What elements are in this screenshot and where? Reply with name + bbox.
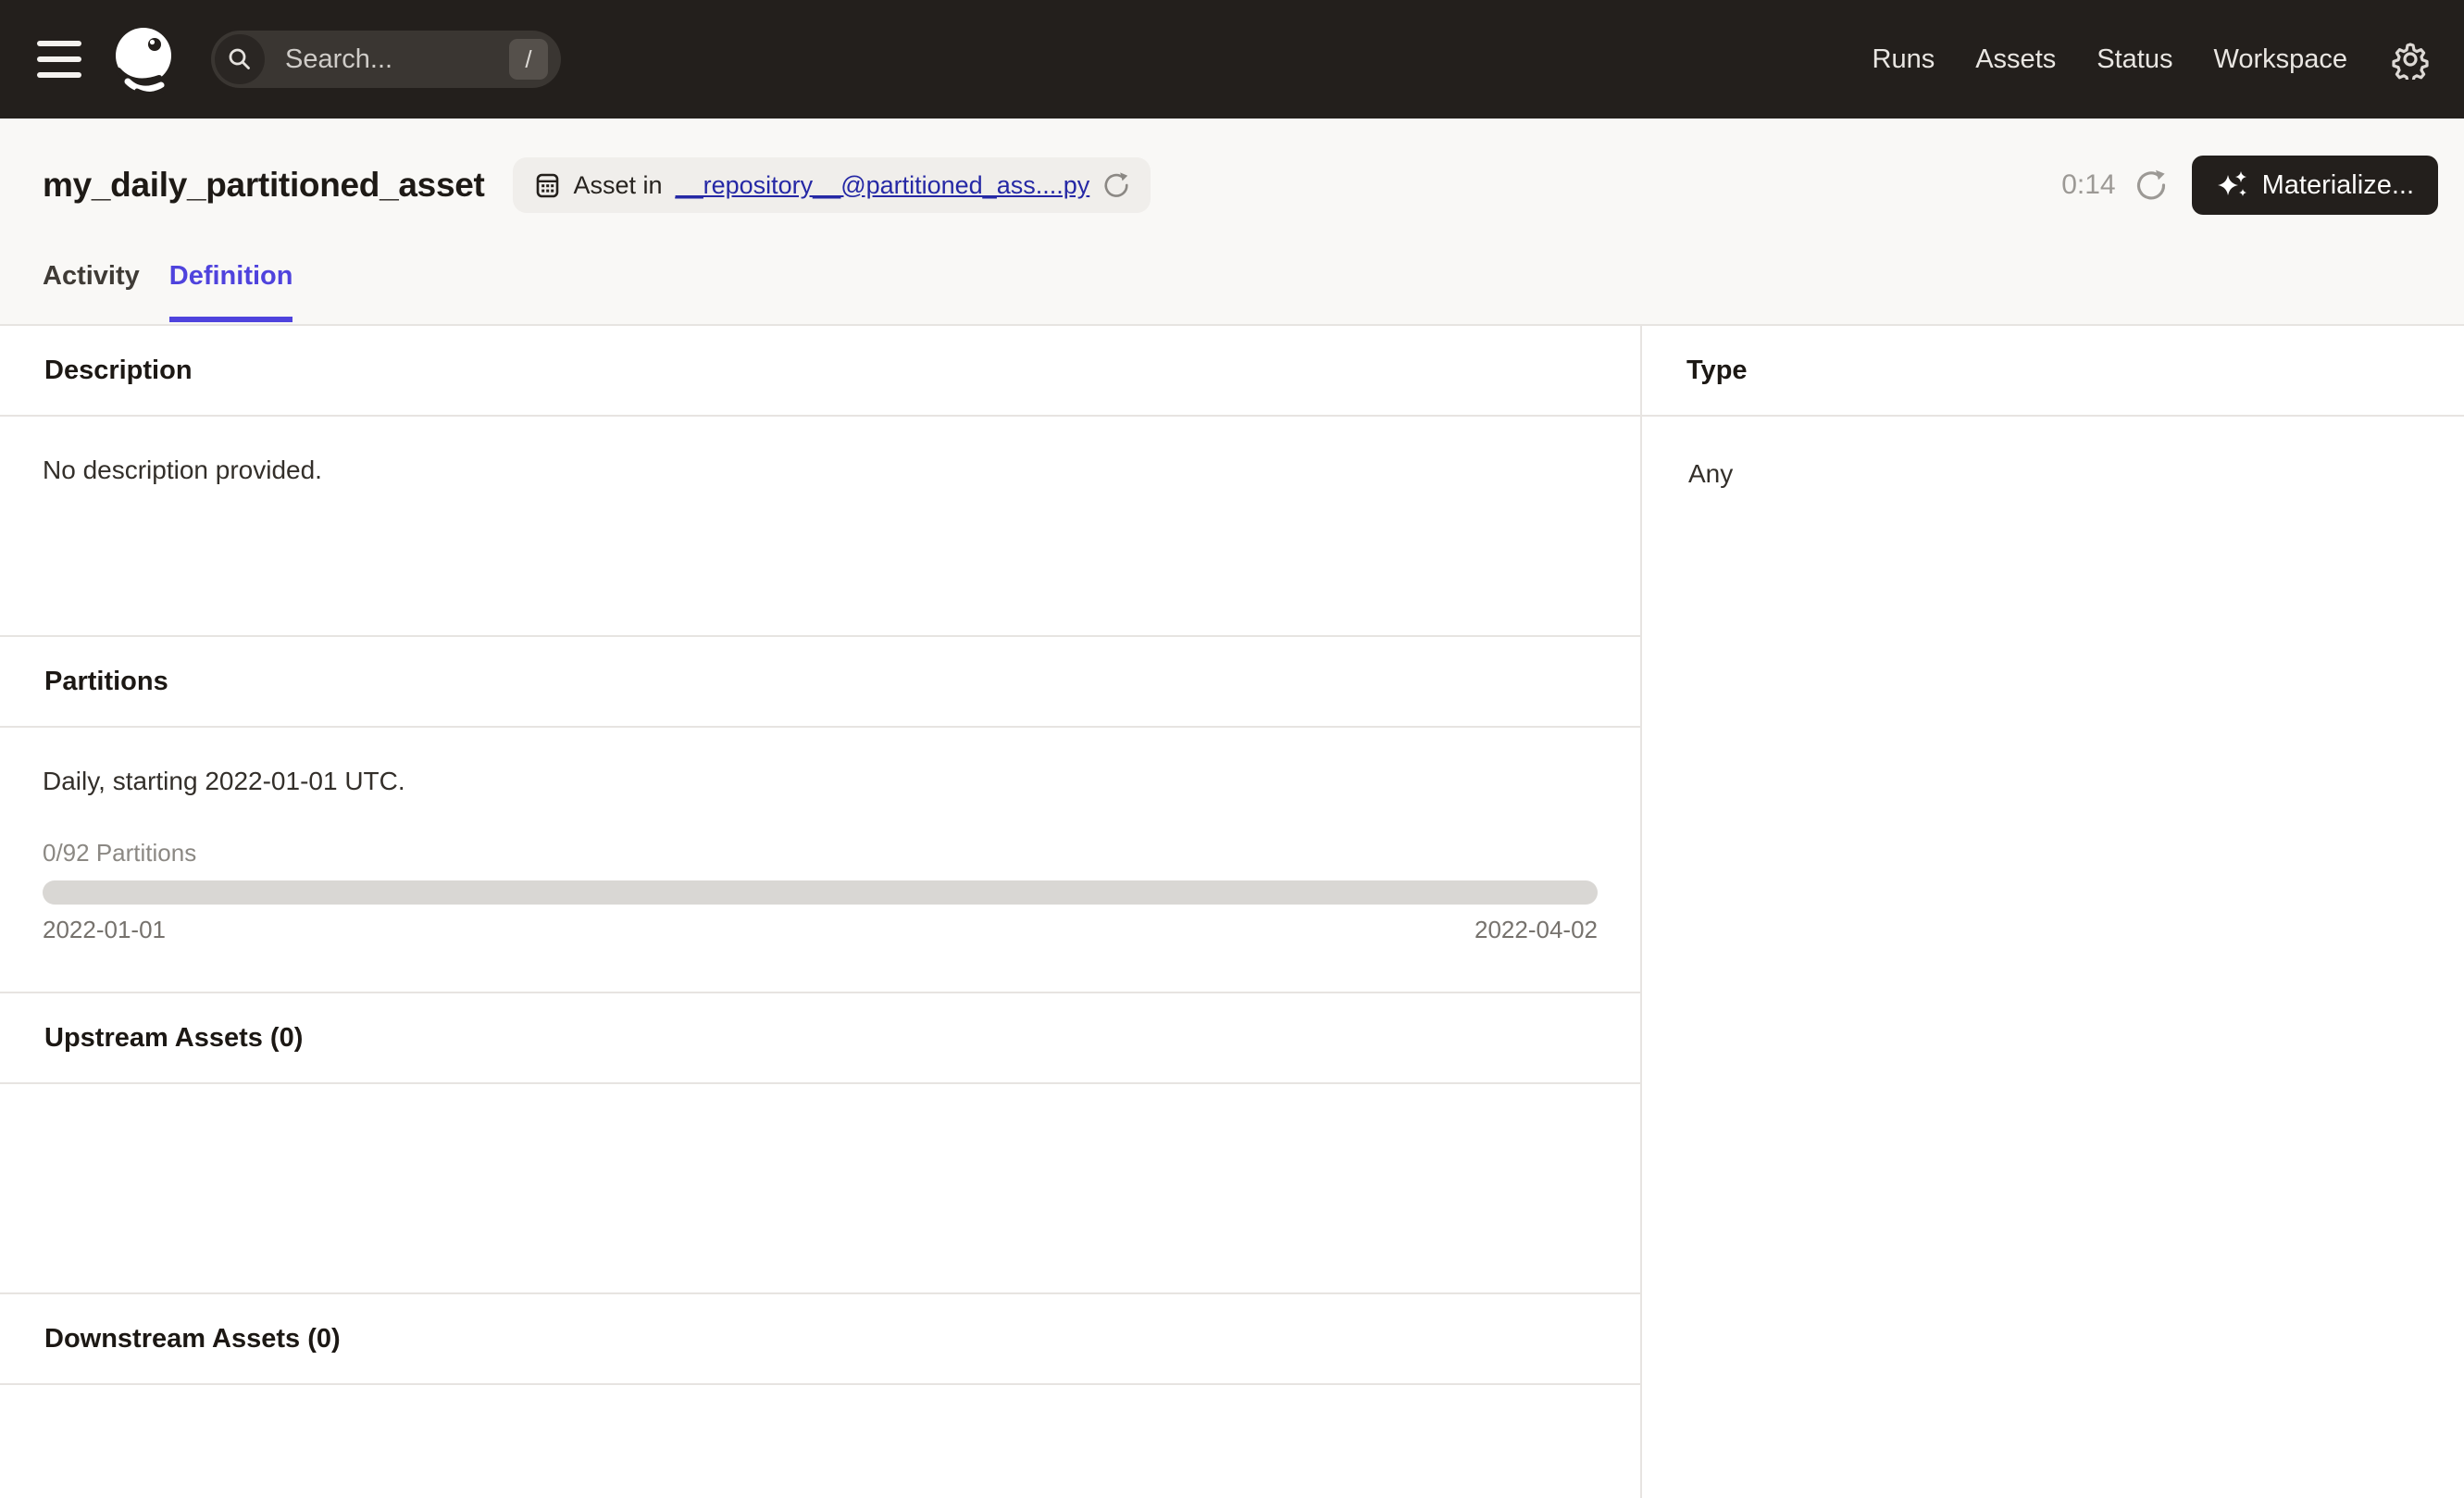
nav-item-status[interactable]: Status [2097,44,2172,75]
partition-count-label: 0/92 Partitions [43,839,197,867]
dagster-logo-icon [109,24,180,96]
asset-location-badge: Asset in __repository__@partitioned_ass.… [512,157,1151,213]
settings-gear-icon[interactable] [2390,39,2431,83]
downstream-section-header: Downstream Assets (0) [0,1294,1640,1385]
nav-item-runs[interactable]: Runs [1873,44,1935,75]
nav-item-assets[interactable]: Assets [1975,44,2056,75]
upstream-title: Upstream Assets (0) [44,1022,304,1053]
dagster-asset-page: / Runs Assets Status Workspace my_daily_… [0,0,2464,1498]
definition-content: Description No description provided. Par… [0,326,2464,1498]
refresh-icon[interactable] [2134,169,2168,202]
partition-progress-bar [43,880,1598,905]
description-section-body: No description provided. [0,417,1640,637]
tab-activity[interactable]: Activity [43,230,140,322]
page-title: my_daily_partitioned_asset [43,166,485,204]
type-section-header: Type [1642,326,2464,417]
main-column: Description No description provided. Par… [0,326,1642,1498]
partitions-definition-text: Daily, starting 2022-01-01 UTC. [43,767,405,795]
top-navigation: / Runs Assets Status Workspace [0,0,2464,119]
job-icon [533,171,561,199]
materialize-label: Materialize... [2261,169,2414,200]
search-input[interactable] [285,44,509,75]
downstream-title: Downstream Assets (0) [44,1323,341,1354]
search-icon [215,34,265,84]
partitions-section-header: Partitions [0,637,1640,728]
description-section-header: Description [0,326,1640,417]
partition-range-end: 2022-04-02 [1475,916,1598,943]
upstream-section-body [0,1084,1640,1294]
tab-bar: Activity Definition [0,230,2464,322]
partitions-section-body: Daily, starting 2022-01-01 UTC. 0/92 Par… [0,728,1640,993]
description-title: Description [44,355,193,385]
sparkle-icon [2216,169,2249,202]
type-section-body: Any [1642,417,2464,1498]
type-title: Type [1686,355,1748,385]
search-shortcut-key: / [509,39,548,80]
side-column: Type Any [1642,326,2464,1498]
repository-file-link[interactable]: __repository__@partitioned_ass....py [676,171,1090,200]
refresh-countdown: 0:14 [2061,169,2116,200]
upstream-section-header: Upstream Assets (0) [0,993,1640,1084]
primary-nav: Runs Assets Status Workspace [1873,44,2347,75]
page-header: my_daily_partitioned_asset Asset in __re… [0,119,2464,326]
description-text: No description provided. [43,456,322,484]
nav-item-workspace[interactable]: Workspace [2213,44,2347,75]
badge-reload-icon[interactable] [1102,171,1130,199]
partitions-title: Partitions [44,666,168,696]
menu-button[interactable] [37,41,81,78]
badge-prefix-label: Asset in [573,170,663,199]
partition-range-start: 2022-01-01 [43,916,166,943]
downstream-section-body [0,1385,1640,1498]
materialize-button[interactable]: Materialize... [2191,156,2438,215]
tab-definition[interactable]: Definition [168,230,292,322]
type-value: Any [1688,459,1734,488]
search-box[interactable]: / [211,31,561,88]
